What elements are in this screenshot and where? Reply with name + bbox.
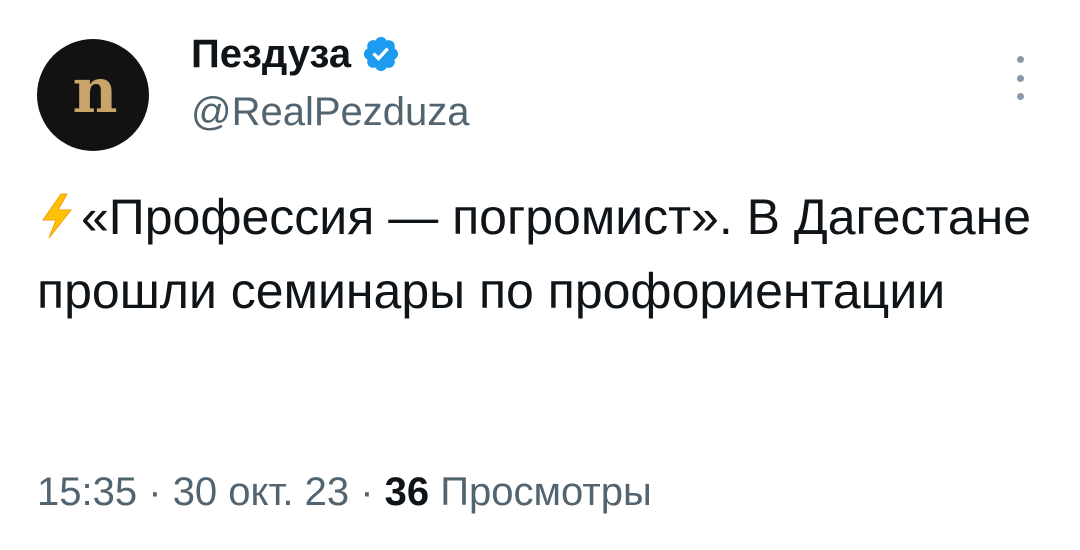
views-label: Просмотры (440, 470, 652, 514)
tweet-date[interactable]: 30 окт. 23 (173, 470, 349, 514)
verified-badge-icon (363, 36, 399, 72)
tweet-text: «Профессия — погромист». В Дагестане про… (37, 180, 1037, 328)
lightning-icon (42, 193, 73, 239)
meta-separator: · (360, 470, 374, 514)
tweet-body: «Профессия — погромист». В Дагестане про… (37, 189, 1032, 319)
more-dot (1016, 93, 1024, 100)
more-vertical-icon[interactable] (1008, 56, 1032, 100)
author-display-name[interactable]: Пездуза (191, 34, 351, 74)
more-dot (1016, 56, 1024, 63)
author-handle[interactable]: @RealPezduza (191, 92, 470, 132)
tweet-time[interactable]: 15:35 (37, 470, 137, 514)
views-count: 36 (384, 470, 430, 514)
author-name-row: Пездуза (191, 28, 401, 80)
meta-separator: · (148, 470, 162, 514)
avatar-logo-glyph: n (72, 54, 117, 127)
more-dot (1016, 74, 1024, 82)
tweet-card: n Пездуза @RealPezduza «Профессия — погр… (0, 0, 1080, 550)
tweet-meta: 15:35 · 30 окт. 23 · 36 Просмотры (37, 466, 652, 518)
avatar[interactable]: n (37, 39, 149, 151)
